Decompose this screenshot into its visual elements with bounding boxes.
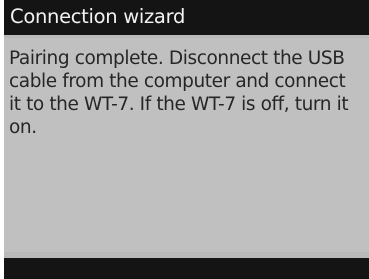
page-title: Connection wizard (10, 5, 186, 28)
pairing-message: Pairing complete. Disconnect the USB cab… (9, 48, 349, 138)
footer-bar (4, 258, 369, 279)
title-bar: Connection wizard (4, 0, 369, 35)
message-panel: Pairing complete. Disconnect the USB cab… (4, 38, 369, 252)
camera-screen: Connection wizard Pairing complete. Disc… (4, 0, 369, 279)
